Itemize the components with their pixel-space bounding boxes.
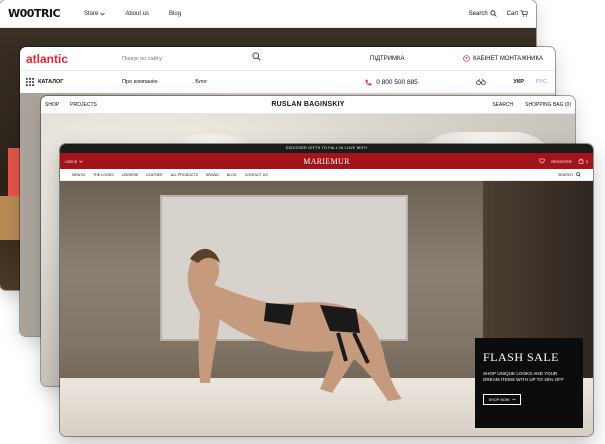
bag-button[interactable]: 0: [578, 158, 588, 164]
user-icon: [463, 55, 470, 62]
search-button[interactable]: Search: [469, 10, 497, 17]
nav-projects[interactable]: PROJECTS: [70, 102, 97, 108]
shopping-bag-link[interactable]: SHOPPING BAG (0): [525, 102, 571, 108]
ruslan-left-nav: SHOP PROJECTS: [45, 102, 97, 108]
menu-lingerie[interactable]: LINGERIE: [122, 173, 139, 177]
woodtric-wood-panel: [0, 196, 20, 240]
cart-button[interactable]: Cart: [507, 10, 528, 17]
flash-sale-description: SHOP UNIQUE LOOKS AND YOUR DREAM ITEMS W…: [483, 371, 564, 383]
mariemur-header-actions: REGISTER 0: [539, 158, 588, 164]
search-icon: [490, 10, 497, 17]
phone-icon: [365, 79, 372, 85]
menu-leather[interactable]: LEATHER: [146, 173, 162, 177]
catalog-button[interactable]: КАТАЛОГ: [26, 78, 122, 86]
heart-icon[interactable]: [539, 158, 546, 164]
menu-new-in[interactable]: NEW IN: [72, 173, 85, 177]
language-switcher: УКР РУС: [514, 79, 549, 85]
atlantic-top-bar: atlantic Пошук по сайту ПІДТРИМКА КАБІНЕ…: [20, 47, 555, 71]
phone-link[interactable]: 0 800 500 885: [365, 79, 418, 86]
mariemur-brand[interactable]: MARIEMUR: [60, 157, 593, 166]
search-label: Search: [468, 10, 488, 17]
nav-blog[interactable]: Blog: [169, 11, 181, 17]
model-figure: [187, 248, 402, 401]
mariemur-window: DISCOVER GIFTS TO FALL IN LOVE WITH USD …: [60, 144, 593, 436]
blog-link[interactable]: Блог: [195, 79, 207, 85]
nav-store[interactable]: Store: [84, 10, 106, 17]
cart-icon: [520, 10, 528, 17]
atlantic-nav-bar: КАТАЛОГ Про компанію Блог 0 800 500 885 …: [20, 71, 555, 93]
menu-all-products[interactable]: ALL PRODUCTS: [171, 173, 198, 177]
flash-sale-title: FLASH SALE: [483, 350, 560, 364]
chevron-down-icon: [100, 12, 106, 16]
bag-count: 0: [585, 158, 588, 164]
nav-store-label: Store: [84, 10, 99, 17]
woodtric-header: W00TRIC Store About us Blog Search Cart: [0, 0, 536, 28]
menu-blog[interactable]: BLOG: [227, 173, 237, 177]
installer-cabinet-link[interactable]: КАБІНЕТ МОНТАЖНИКА: [463, 55, 549, 62]
lang-ukr[interactable]: УКР: [514, 79, 524, 85]
phone-number: 0 800 500 885: [376, 78, 418, 86]
search-icon: [576, 172, 581, 177]
menu-the-looks[interactable]: THE LOOKS: [93, 173, 114, 177]
search-button[interactable]: SEARCH: [558, 172, 581, 177]
woodtric-actions: Search Cart: [469, 10, 528, 17]
cart-label: Cart: [506, 10, 518, 17]
search-label: SEARCH: [558, 172, 573, 177]
register-link[interactable]: REGISTER: [551, 159, 571, 164]
compare-icon[interactable]: [475, 78, 486, 86]
search-input[interactable]: Пошук по сайту: [122, 51, 272, 62]
mariemur-header: USD $ MARIEMUR REGISTER 0: [60, 153, 593, 169]
arrow-right-icon: [511, 398, 516, 401]
nav-shop[interactable]: SHOP: [45, 102, 59, 108]
promo-bar[interactable]: DISCOVER GIFTS TO FALL IN LOVE WITH: [60, 144, 593, 153]
catalog-label: КАТАЛОГ: [38, 79, 64, 85]
menu-brand[interactable]: BRAND: [206, 173, 219, 177]
nav-about-us[interactable]: About us: [125, 11, 149, 17]
shop-now-button[interactable]: SHOP NOW: [483, 394, 521, 406]
menu-contact-us[interactable]: CONTACT US: [245, 173, 268, 177]
flash-sale-panel: FLASH SALE SHOP UNIQUE LOOKS AND YOUR DR…: [475, 338, 583, 428]
search-placeholder: Пошук по сайту: [122, 55, 162, 62]
woodtric-nav: Store About us Blog: [84, 11, 181, 17]
search-link[interactable]: SEARCH: [492, 102, 513, 108]
support-link[interactable]: ПІДТРИМКА: [370, 56, 405, 62]
installer-cabinet-label: КАБІНЕТ МОНТАЖНИКА: [473, 55, 543, 62]
about-company-link[interactable]: Про компанію: [122, 79, 157, 85]
ruslan-right-nav: SEARCH SHOPPING BAG (0): [492, 102, 571, 108]
woodtric-logo[interactable]: W00TRIC: [8, 7, 78, 20]
search-icon[interactable]: [252, 51, 261, 61]
mariemur-menu: NEW IN THE LOOKS LINGERIE LEATHER ALL PR…: [60, 169, 593, 181]
bag-icon: [578, 158, 584, 164]
ruslan-header: SHOP PROJECTS RUSLAN BAGINSKIY SEARCH SH…: [41, 96, 575, 114]
lang-rus[interactable]: РУС: [536, 79, 547, 85]
shop-now-label: SHOP NOW: [488, 397, 510, 402]
atlantic-logo[interactable]: atlantic: [26, 52, 122, 66]
grid-icon: [26, 78, 34, 86]
